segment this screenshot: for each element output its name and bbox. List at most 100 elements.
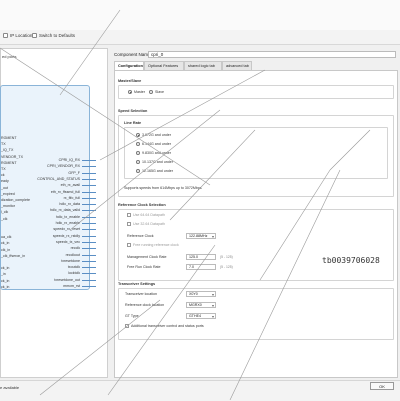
pin-line bbox=[82, 172, 96, 174]
right-pin-label: hdlc_rx_data_valid bbox=[50, 208, 80, 213]
pin-line bbox=[82, 185, 96, 187]
radio-slave-label: Slave bbox=[155, 90, 164, 94]
pin-line bbox=[82, 204, 96, 206]
use-32-box bbox=[127, 222, 131, 226]
free-running-checkbox[interactable]: Free running reference clock bbox=[127, 243, 179, 247]
left-pin-label: ck_in bbox=[1, 241, 10, 246]
component-name-label: Component Name bbox=[114, 52, 151, 57]
ref-clock-location-label: Reference clock location bbox=[125, 303, 165, 307]
left-pin-label: _monitor bbox=[1, 204, 15, 209]
ip-location-label: IP Location bbox=[10, 33, 33, 38]
right-pin-label: txresetdone_out bbox=[54, 277, 80, 282]
right-pin-label: locktclk bbox=[68, 271, 80, 276]
tab-bar: Configuration Optional Features shared l… bbox=[114, 61, 398, 70]
pin-line bbox=[82, 178, 96, 180]
gt-type-label: GT Type bbox=[125, 314, 139, 318]
right-pin-label: mmcm_rst bbox=[63, 284, 80, 288]
free-running-label: Free running reference clock bbox=[133, 243, 179, 247]
gt-type-select[interactable]: GTHE4 bbox=[186, 313, 216, 319]
tab-shared-logic[interactable]: shared logic tab bbox=[184, 61, 222, 70]
right-pin-label: eth_rx_avail bbox=[60, 183, 80, 188]
pin-line bbox=[82, 197, 96, 199]
mgmt-clock-range: (5 - 125) bbox=[220, 255, 233, 259]
additional-ports-checkbox[interactable]: Additional transceiver control and statu… bbox=[125, 324, 204, 328]
radio-slave-dot bbox=[149, 90, 153, 94]
radio-master-label: Master bbox=[134, 90, 145, 94]
additional-ports-label: Additional transceiver control and statu… bbox=[131, 324, 204, 328]
tab-configuration[interactable]: Configuration bbox=[114, 61, 144, 70]
radio-rate-6144[interactable]: 6.144G and under bbox=[136, 142, 171, 146]
pin-line bbox=[82, 160, 96, 161]
left-pin-label: _IQ_TX bbox=[1, 148, 14, 153]
radio-master[interactable]: Master bbox=[128, 90, 145, 94]
free-run-clock-range: (5 - 125) bbox=[220, 265, 233, 269]
radio-rate-6144-dot bbox=[136, 142, 140, 146]
pin-line bbox=[82, 223, 96, 224]
right-pin-label: txoutclk bbox=[67, 265, 80, 270]
use-64-label: Use 64.64 Datapath bbox=[133, 213, 165, 217]
radio-slave[interactable]: Slave bbox=[149, 90, 164, 94]
left-pin-label: eady bbox=[1, 179, 9, 184]
radio-rate-12165[interactable]: 12.165G and under bbox=[136, 169, 173, 173]
switch-defaults-label: Switch to Defaults bbox=[39, 33, 76, 38]
left-pin-label: TX bbox=[1, 142, 6, 147]
right-pin-label: hdlc_rx_enable bbox=[55, 221, 80, 225]
left-pin-label: ck bbox=[1, 173, 5, 178]
ref-clock-location-select[interactable]: MGRX0 bbox=[186, 302, 216, 308]
pin-line bbox=[82, 273, 96, 275]
line-rate-title: Line Rate bbox=[124, 121, 142, 125]
left-pin-label: ck_in bbox=[1, 284, 10, 289]
right-pin-label: eth_rx_ffssmd_full bbox=[50, 189, 80, 194]
right-pin-label: CPRI_IQ_RX bbox=[58, 158, 80, 162]
left-pin-label: ck_in bbox=[1, 278, 10, 283]
radio-rate-3072-label: 3.072G and under bbox=[142, 133, 171, 137]
speed-selection-title: Speed Selection bbox=[118, 109, 148, 113]
toolbar: IP Location Switch to Defaults bbox=[0, 30, 400, 45]
component-name-input[interactable]: cpri_0 bbox=[148, 51, 396, 58]
ip-location-button[interactable]: IP Location bbox=[3, 33, 32, 38]
ref-clock-select[interactable]: 122.88MHz bbox=[186, 233, 216, 239]
left-pin-label: RGMENT bbox=[1, 160, 17, 165]
tab-advanced[interactable]: advanced tab bbox=[222, 61, 252, 70]
ref-clock-label: Reference Clock bbox=[127, 234, 154, 238]
pin-line bbox=[82, 254, 96, 256]
use-64-checkbox[interactable]: Use 64.64 Datapath bbox=[127, 213, 165, 217]
tab-optional-features[interactable]: Optional Features bbox=[144, 61, 184, 70]
right-pin-label: recclk bbox=[70, 246, 80, 251]
radio-rate-10137-dot bbox=[136, 160, 140, 164]
radio-rate-9830[interactable]: 9.830G and under bbox=[136, 151, 171, 155]
free-run-clock-input[interactable]: 7.0 bbox=[186, 264, 216, 270]
radio-rate-9830-dot bbox=[136, 151, 140, 155]
pin-line bbox=[82, 248, 96, 250]
radio-rate-12165-label: 12.165G and under bbox=[142, 169, 173, 173]
left-pin-label: l_clk bbox=[1, 210, 9, 215]
pin-line bbox=[82, 279, 96, 281]
transceiver-location-select[interactable]: X0Y0 bbox=[186, 291, 216, 297]
watermark-text: tb0039706028 bbox=[322, 256, 380, 265]
radio-rate-3072[interactable]: 3.072G and under bbox=[136, 133, 171, 137]
switch-defaults-button[interactable]: Switch to Defaults bbox=[32, 33, 75, 38]
pin-line bbox=[82, 267, 96, 269]
mgmt-clock-input[interactable]: 125.0 bbox=[186, 254, 216, 260]
use-32-checkbox[interactable]: Use 32.64 Datapath bbox=[127, 222, 165, 226]
right-pin-label: speedx_tx_vec bbox=[56, 239, 80, 244]
transceiver-title: Transceiver Settings bbox=[118, 282, 156, 286]
use-32-label: Use 32.64 Datapath bbox=[133, 222, 165, 226]
radio-rate-10137[interactable]: 10.137G and under bbox=[136, 160, 173, 164]
right-pin-label: recclkout bbox=[65, 252, 80, 257]
mgmt-clock-label: Management Clock Rate bbox=[127, 255, 167, 259]
radio-rate-12165-dot bbox=[136, 169, 140, 173]
right-pin-label: speedx_rx_reset bbox=[53, 227, 80, 232]
master-slave-title: Master/Slave bbox=[118, 79, 142, 83]
radio-rate-9830-label: 9.830G and under bbox=[142, 151, 171, 155]
pin-line bbox=[82, 191, 96, 193]
left-pin-label: _out bbox=[1, 185, 8, 190]
right-pin-label: GFP_F bbox=[68, 170, 80, 175]
left-pin-label: clk_in bbox=[1, 247, 11, 252]
transceiver-location-label: Transceiver location bbox=[125, 292, 158, 296]
ok-button[interactable]: OK bbox=[370, 382, 394, 390]
radio-rate-6144-label: 6.144G and under bbox=[142, 142, 171, 146]
right-pin-label: txresetdone bbox=[61, 258, 80, 263]
radio-rate-3072-dot bbox=[136, 133, 140, 137]
free-run-clock-label: Free Run Clock Rate bbox=[127, 265, 161, 269]
